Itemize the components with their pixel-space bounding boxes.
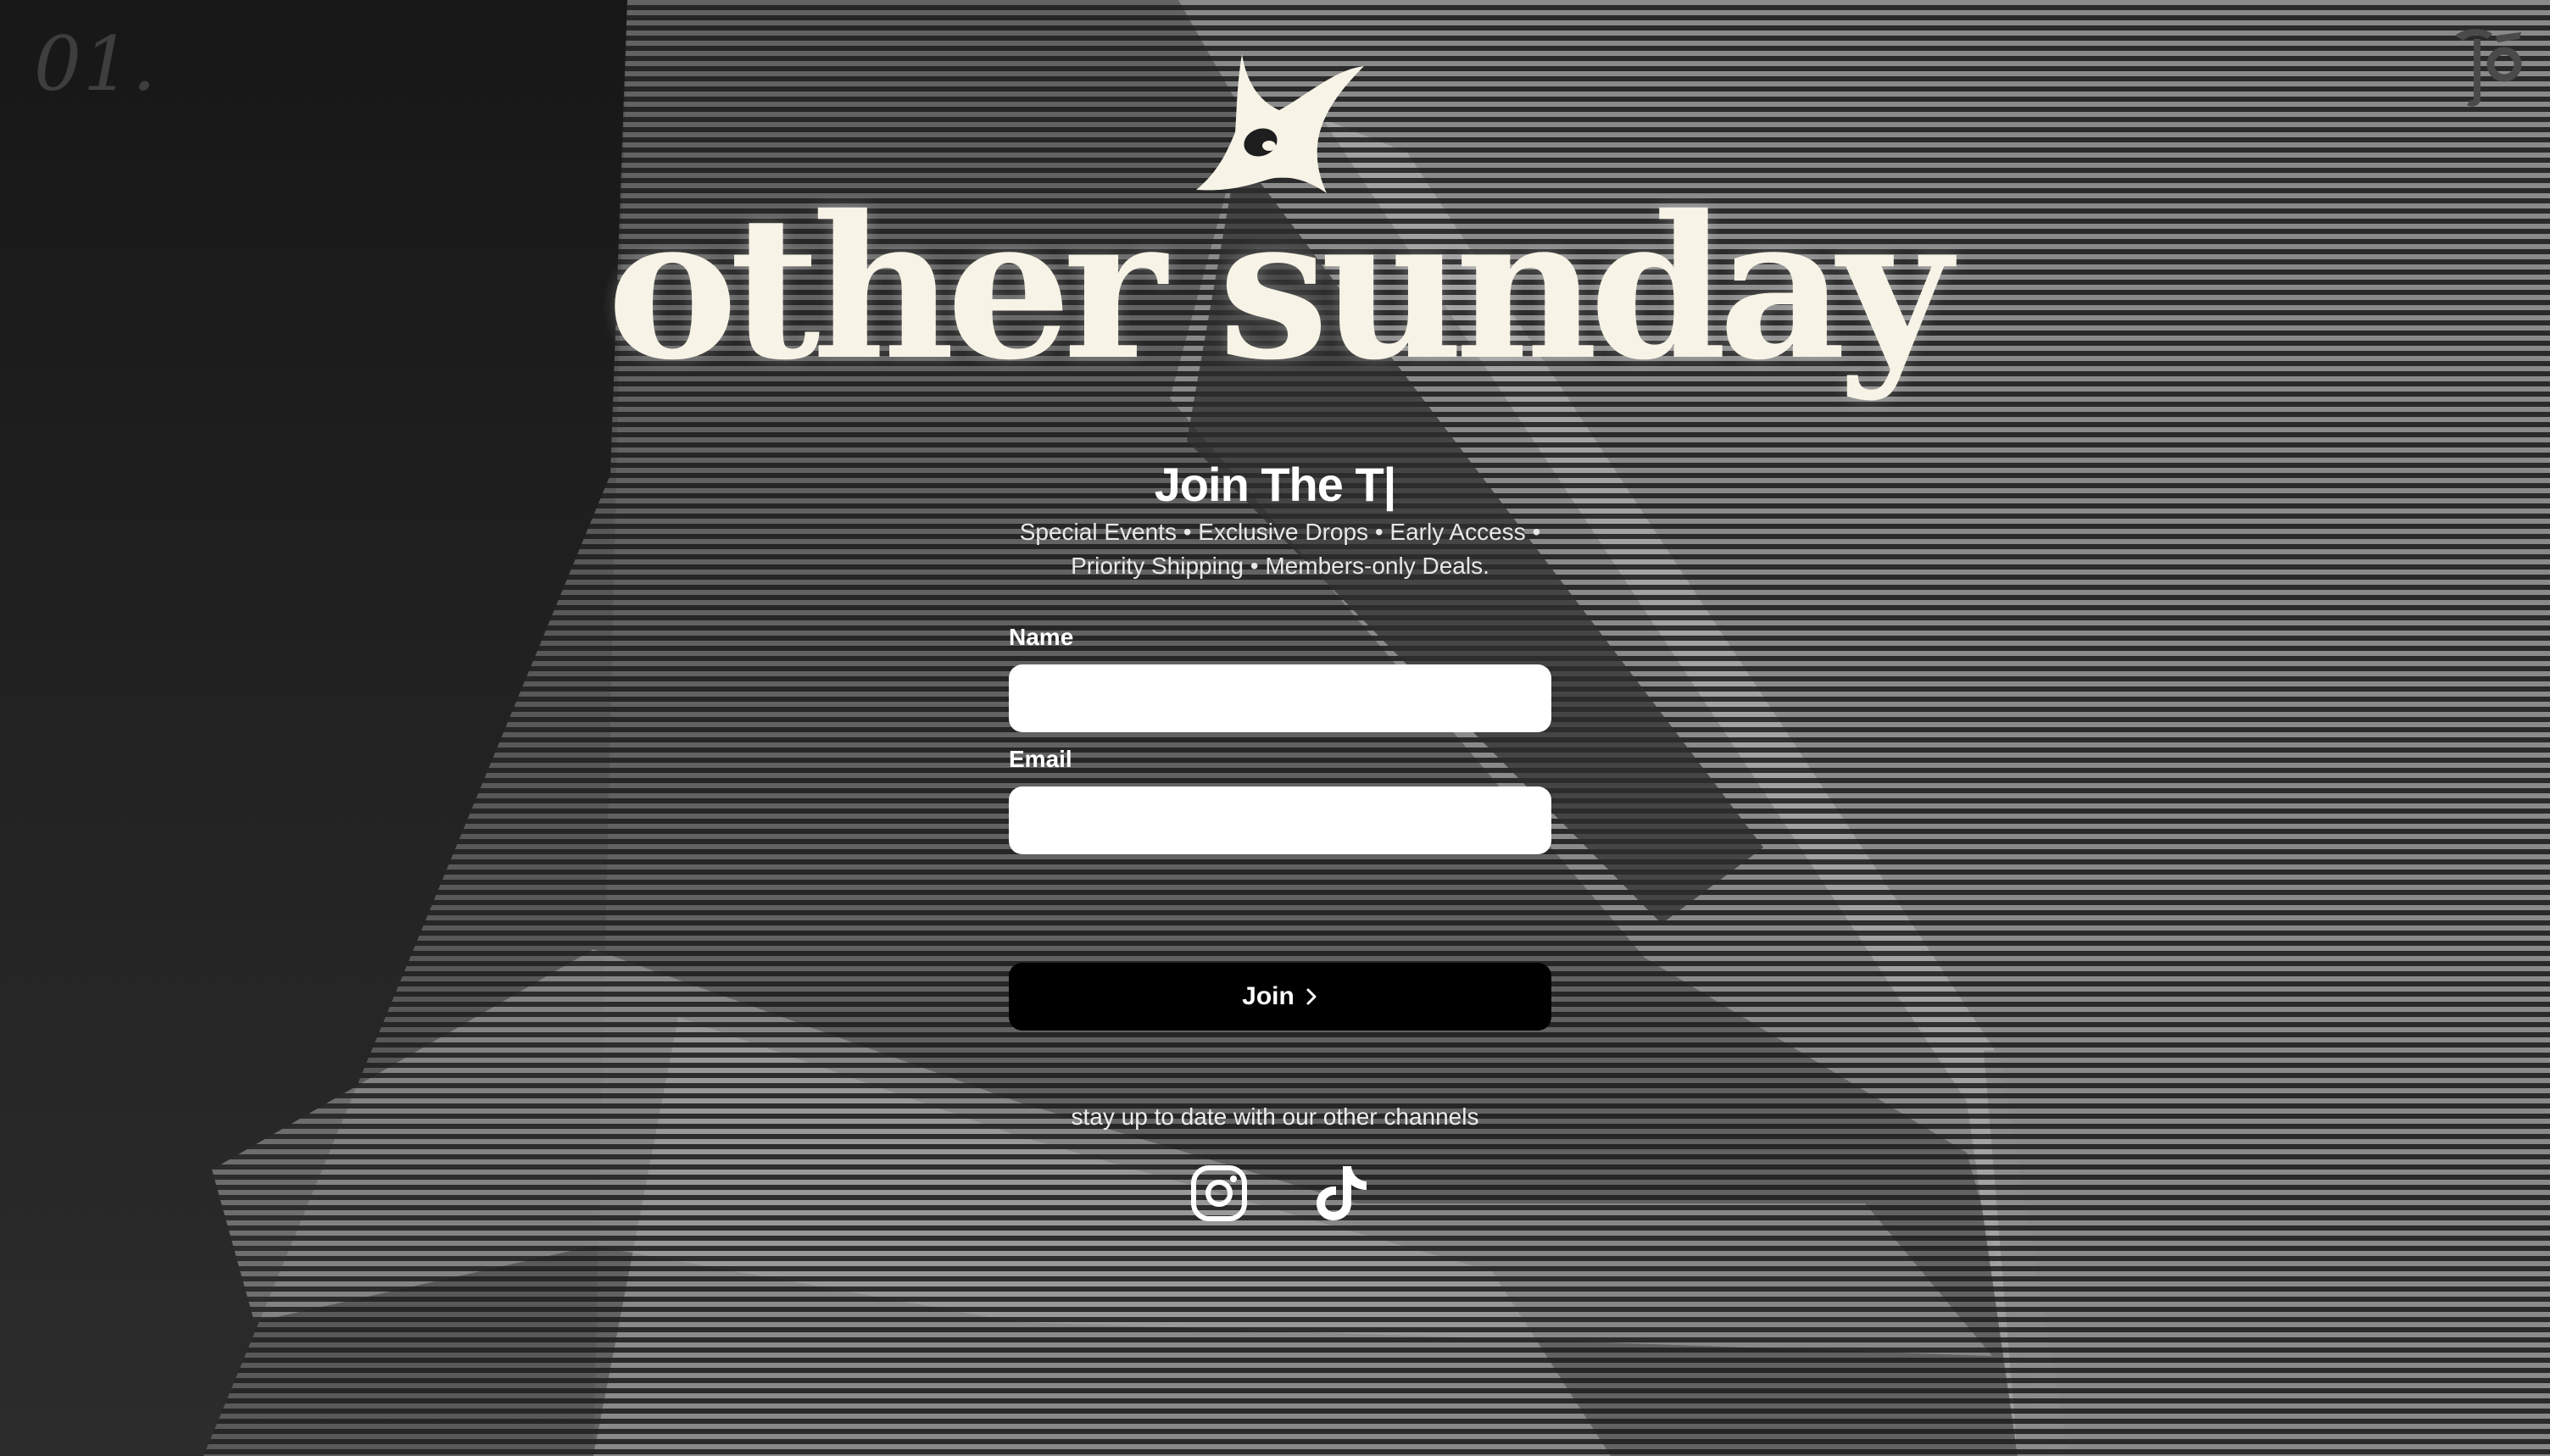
monogram-logo-icon bbox=[2455, 29, 2522, 107]
channels-text: stay up to date with our other channels bbox=[1071, 1103, 1479, 1130]
join-button-label: Join bbox=[1242, 982, 1294, 1010]
brand-title: other sunday bbox=[606, 172, 1952, 403]
name-field[interactable] bbox=[1009, 664, 1551, 732]
join-button[interactable]: Join bbox=[1009, 963, 1551, 1031]
instagram-icon[interactable] bbox=[1189, 1163, 1250, 1224]
corner-number: 01. bbox=[34, 20, 158, 108]
tiktok-icon[interactable] bbox=[1311, 1163, 1372, 1224]
chevron-right-icon bbox=[1306, 988, 1317, 1005]
name-label: Name bbox=[1009, 624, 1074, 650]
signup-subtitle: Special Events • Exclusive Drops • Early… bbox=[1019, 519, 1541, 579]
signup-title: Join The T| bbox=[1154, 458, 1397, 511]
email-label: Email bbox=[1009, 746, 1072, 772]
email-field[interactable] bbox=[1009, 786, 1551, 854]
